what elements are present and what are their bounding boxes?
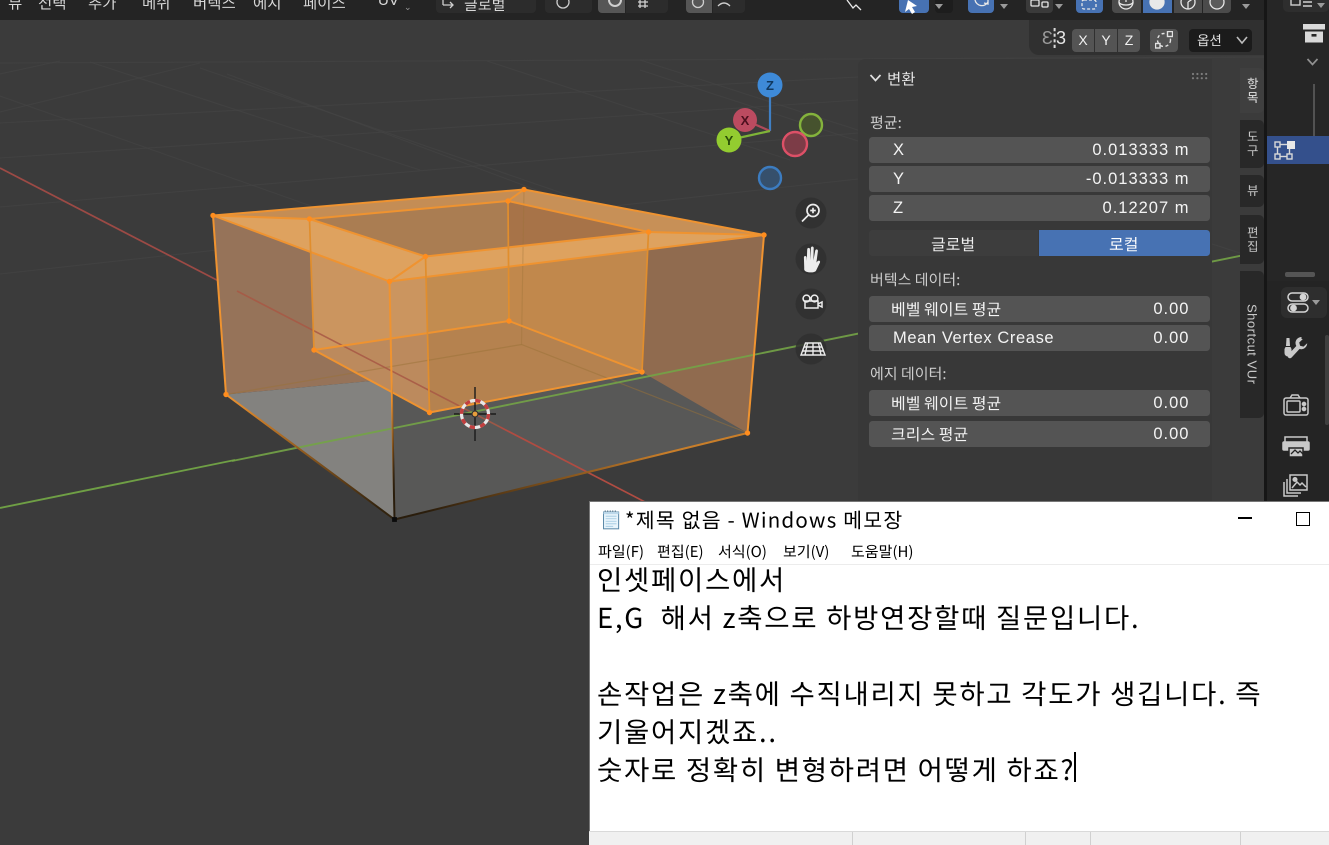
svg-text:Ɛ: Ɛ [1042,28,1053,48]
svg-text:X: X [741,113,750,128]
svg-text:Z: Z [766,78,774,93]
svg-text:Y: Y [725,133,734,148]
svg-text:3: 3 [1056,28,1066,48]
